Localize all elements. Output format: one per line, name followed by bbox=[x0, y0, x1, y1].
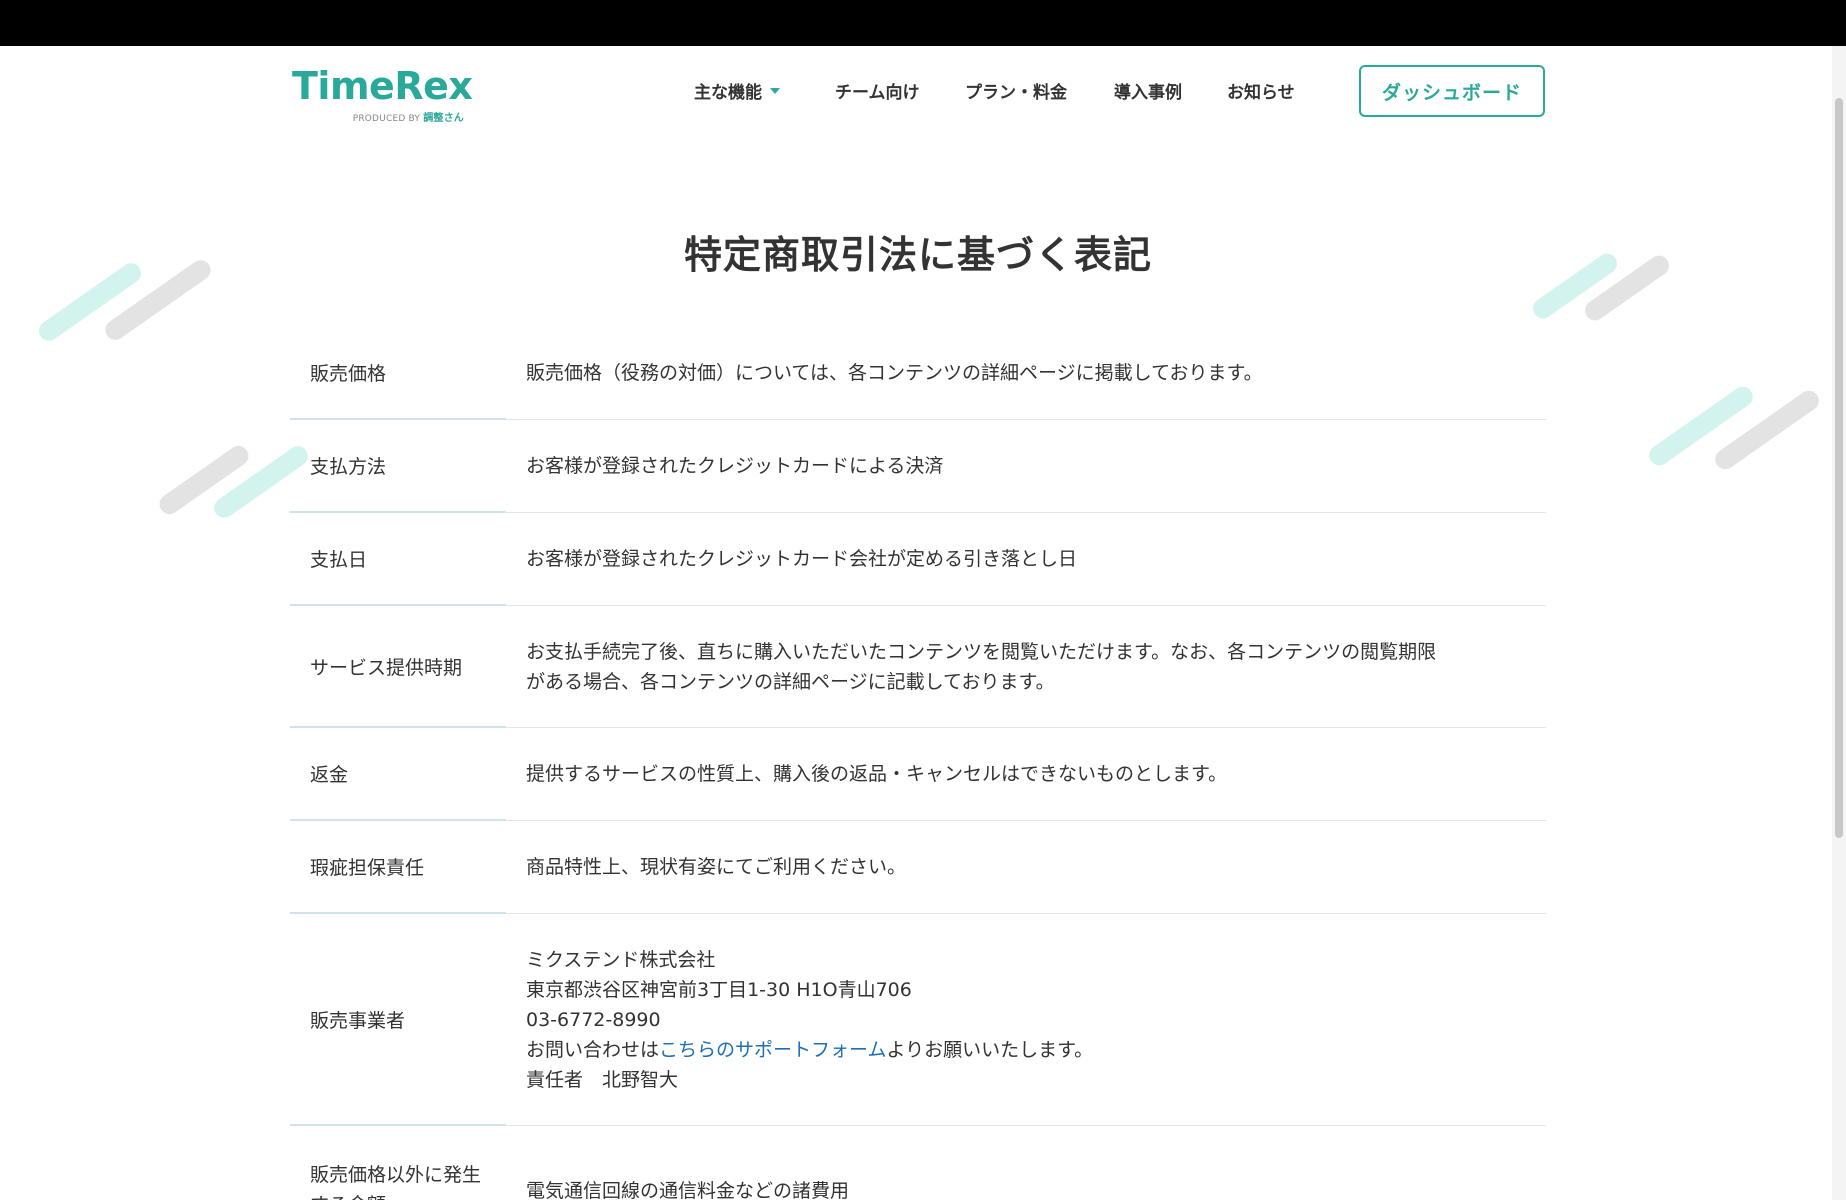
nav-item-pricing[interactable]: プラン・料金 bbox=[965, 78, 1067, 103]
row-header: 販売事業者 bbox=[290, 914, 506, 1126]
nav-item-news[interactable]: お知らせ bbox=[1227, 78, 1295, 103]
table-row: サービス提供時期 お支払手続完了後、直ちに購入いただいたコンテンツを閲覧いただけ… bbox=[290, 606, 1546, 728]
row-header: 瑕疵担保責任 bbox=[290, 821, 506, 914]
row-value: 電気通信回線の通信料金などの諸費用 bbox=[506, 1126, 1546, 1200]
page: TimeRex PRODUCED BY 調整さん 主な機能 チーム向け プラン・… bbox=[0, 46, 1846, 1200]
chevron-down-icon bbox=[770, 88, 780, 94]
row-text: 電気通信回線の通信料金などの諸費用 bbox=[526, 1180, 850, 1200]
contact-prefix: お問い合わせは bbox=[526, 1038, 660, 1061]
table-row: 返金 提供するサービスの性質上、購入後の返品・キャンセルはできないものとします。 bbox=[290, 728, 1546, 821]
row-value: お客様が登録されたクレジットカードによる決済 bbox=[506, 420, 1546, 513]
row-value: ミクステンド株式会社 東京都渋谷区神宮前3丁目1-30 H1O青山706 03-… bbox=[506, 914, 1546, 1126]
row-header: 販売価格 bbox=[290, 327, 506, 420]
company-address: 東京都渋谷区神宮前3丁目1-30 H1O青山706 bbox=[526, 978, 912, 1001]
contact-line: お問い合わせはこちらのサポートフォームよりお願いいたします。 bbox=[526, 1035, 1522, 1065]
logo-brand: 調整さん bbox=[423, 113, 464, 124]
nav-item-label: 導入事例 bbox=[1114, 83, 1182, 103]
site-header: TimeRex PRODUCED BY 調整さん 主な機能 チーム向け プラン・… bbox=[0, 46, 1846, 166]
browser-top-bar bbox=[0, 0, 1846, 46]
row-value: 販売価格（役務の対価）については、各コンテンツの詳細ページに掲載しております。 bbox=[506, 327, 1546, 420]
nav-item-case-studies[interactable]: 導入事例 bbox=[1114, 78, 1182, 103]
company-phone: 03-6772-8990 bbox=[526, 1008, 661, 1031]
timerex-logo[interactable]: TimeRex PRODUCED BY 調整さん bbox=[292, 64, 473, 124]
table-row: 瑕疵担保責任 商品特性上、現状有姿にてご利用ください。 bbox=[290, 821, 1546, 914]
table-row: 販売事業者 ミクステンド株式会社 東京都渋谷区神宮前3丁目1-30 H1O青山7… bbox=[290, 914, 1546, 1126]
nav-item-label: 主な機能 bbox=[694, 83, 762, 103]
company-name: ミクステンド株式会社 bbox=[526, 948, 716, 971]
row-value: お客様が登録されたクレジットカード会社が定める引き落とし日 bbox=[506, 513, 1546, 606]
dashboard-button[interactable]: ダッシュボード bbox=[1359, 65, 1545, 117]
row-text: お支払手続完了後、直ちに購入いただいたコンテンツを閲覧いただけます。なお、各コン… bbox=[526, 640, 1437, 663]
responsible-person: 責任者 北野智大 bbox=[526, 1068, 679, 1091]
row-header: 販売価格以外に発生する金額 bbox=[290, 1126, 506, 1200]
row-text: 提供するサービスの性質上、購入後の返品・キャンセルはできないものとします。 bbox=[526, 763, 1228, 785]
row-text: 販売価格（役務の対価）については、各コンテンツの詳細ページに掲載しております。 bbox=[526, 362, 1263, 384]
table-row: 販売価格以外に発生する金額 電気通信回線の通信料金などの諸費用 bbox=[290, 1126, 1546, 1200]
row-text: お客様が登録されたクレジットカードによる決済 bbox=[526, 455, 944, 477]
contact-suffix: よりお願いいたします。 bbox=[886, 1038, 1094, 1061]
nav-item-label: プラン・料金 bbox=[965, 83, 1067, 103]
row-header: 支払日 bbox=[290, 513, 506, 606]
table-row: 販売価格 販売価格（役務の対価）については、各コンテンツの詳細ページに掲載してお… bbox=[290, 327, 1546, 420]
row-value: 商品特性上、現状有姿にてご利用ください。 bbox=[506, 821, 1546, 914]
row-text: がある場合、各コンテンツの詳細ページに記載しております。 bbox=[526, 670, 1055, 693]
row-header: サービス提供時期 bbox=[290, 606, 506, 728]
logo-wordmark: TimeRex bbox=[292, 64, 473, 108]
row-header: 返金 bbox=[290, 728, 506, 821]
nav-item-label: お知らせ bbox=[1227, 83, 1295, 103]
nav-item-label: チーム向け bbox=[835, 83, 920, 103]
scrollbar[interactable] bbox=[1832, 46, 1846, 1200]
legal-info-table: 販売価格 販売価格（役務の対価）については、各コンテンツの詳細ページに掲載してお… bbox=[290, 327, 1546, 1200]
row-value: お支払手続完了後、直ちに購入いただいたコンテンツを閲覧いただけます。なお、各コン… bbox=[506, 606, 1546, 728]
row-value: 提供するサービスの性質上、購入後の返品・キャンセルはできないものとします。 bbox=[506, 728, 1546, 821]
scrollbar-thumb[interactable] bbox=[1835, 98, 1843, 838]
row-text: 商品特性上、現状有姿にてご利用ください。 bbox=[526, 856, 907, 878]
row-text: お客様が登録されたクレジットカード会社が定める引き落とし日 bbox=[526, 548, 1078, 570]
table-row: 支払日 お客様が登録されたクレジットカード会社が定める引き落とし日 bbox=[290, 513, 1546, 606]
logo-tagline: PRODUCED BY 調整さん bbox=[353, 109, 464, 124]
table-row: 支払方法 お客様が登録されたクレジットカードによる決済 bbox=[290, 420, 1546, 513]
row-header: 支払方法 bbox=[290, 420, 506, 513]
nav-item-features[interactable]: 主な機能 bbox=[694, 78, 780, 103]
nav-item-teams[interactable]: チーム向け bbox=[835, 78, 920, 103]
logo-produced-by: PRODUCED BY bbox=[352, 114, 421, 124]
support-form-link[interactable]: こちらのサポートフォーム bbox=[659, 1039, 886, 1061]
page-title: 特定商取引法に基づく表記 bbox=[683, 233, 1152, 277]
